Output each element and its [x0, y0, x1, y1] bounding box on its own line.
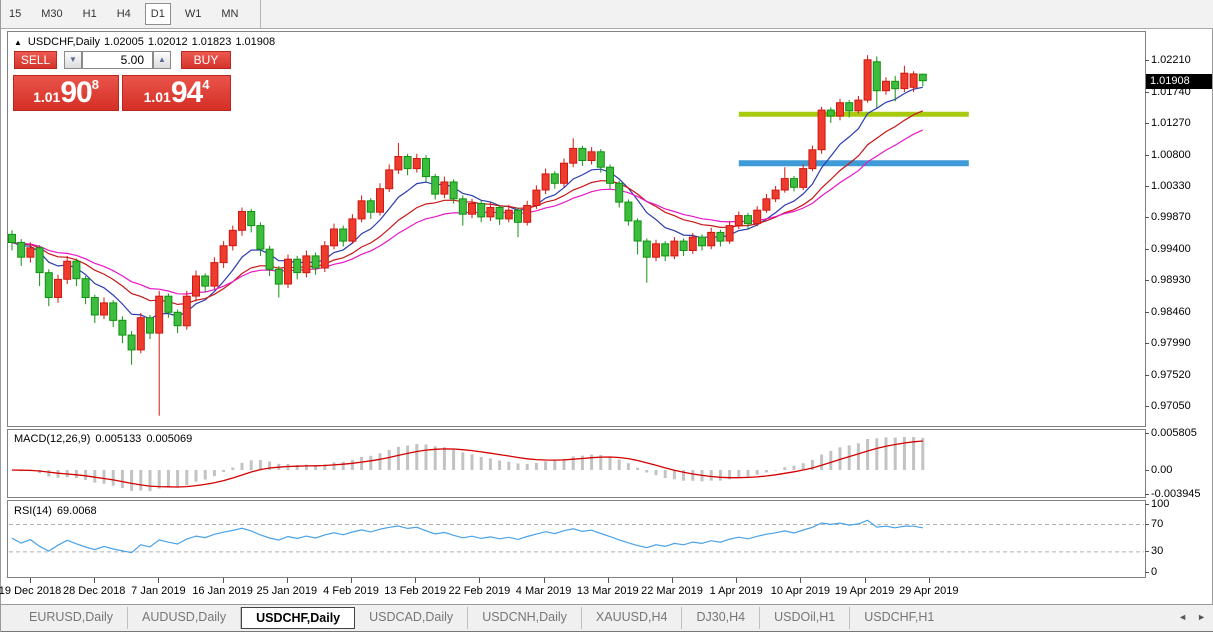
macd-value-main: 0.005133: [95, 433, 142, 445]
ohlc-high: 1.02012: [147, 36, 188, 48]
rsi-axis-label: 0: [1144, 565, 1158, 578]
rsi-label: RSI(14) 69.0068: [14, 505, 97, 517]
date-axis-label: 16 Jan 2019: [192, 585, 253, 597]
rsi-value: 69.0068: [56, 505, 97, 517]
macd-label: MACD(12,26,9) 0.005133 0.005069: [14, 433, 193, 445]
price-axis-label: 1.02210: [1145, 53, 1191, 66]
buy-price-button[interactable]: 1.01 94 4: [122, 75, 231, 111]
chart-tabbar: EURUSD,Daily AUDUSD,Daily USDCHF,Daily USDC…: [1, 604, 1213, 632]
date-axis-label: 25 Jan 2019: [256, 585, 318, 597]
date-axis-tick: [800, 578, 802, 583]
date-axis-tick: [864, 578, 866, 583]
date-axis-tick: [158, 578, 160, 583]
date-axis-label: 22 Mar 2019: [641, 585, 703, 597]
timeframe-group: 15 M30 H1 H4 D1 W1 MN: [1, 0, 262, 29]
rsi-axis-label: 30: [1144, 545, 1164, 558]
chart-tab-usdchf-h1[interactable]: USDCHF,H1: [850, 607, 948, 629]
chart-tab-eurusd-daily[interactable]: EURUSD,Daily: [15, 607, 129, 629]
chart-tab-audusd-daily[interactable]: AUDUSD,Daily: [128, 607, 242, 629]
price-axis-label: 1.01740: [1145, 85, 1191, 98]
buy-price-pip: 4: [202, 77, 210, 92]
date-axis-tick: [286, 578, 288, 583]
price-axis-label: 0.97050: [1145, 400, 1191, 413]
date-axis-label: 19 Dec 2018: [0, 585, 62, 597]
timeframe-button-h4[interactable]: H4: [111, 3, 137, 25]
rsi-axis-label: 70: [1144, 518, 1164, 531]
date-axis-label: 13 Feb 2019: [384, 585, 447, 597]
timeframe-button-w1[interactable]: W1: [179, 3, 208, 25]
price-axis-label: 1.01270: [1145, 117, 1191, 130]
sell-price-pip: 8: [91, 77, 99, 92]
macd-value-signal: 0.005069: [146, 433, 193, 445]
date-axis-label: 10 Apr 2019: [770, 585, 831, 597]
timeframe-button-d1[interactable]: D1: [144, 3, 171, 25]
sell-price-button[interactable]: 1.01 90 8: [13, 75, 119, 111]
buy-price-main: 94: [170, 76, 203, 109]
date-axis-tick: [607, 578, 609, 583]
date-axis-label: 19 Apr 2019: [834, 585, 895, 597]
date-axis-tick: [30, 578, 31, 583]
ohlc-open: 1.02005: [104, 36, 144, 48]
date-axis-tick: [479, 578, 481, 583]
date-axis-tick: [222, 578, 224, 583]
price-axis-label: 0.98460: [1145, 305, 1191, 318]
date-axis-label: 7 Jan 2019: [131, 585, 186, 597]
volume-increase-button[interactable]: ▲: [153, 51, 171, 69]
price-axis-label: 1.00800: [1145, 148, 1191, 161]
date-axis-label: 22 Feb 2019: [448, 585, 511, 597]
date-axis-tick: [351, 578, 352, 583]
ohlc-low: 1.01823: [191, 36, 232, 48]
terminal-window: 15 M30 H1 H4 D1 W1 MN ▲ USDCHF,Daily 1.02005 1…: [0, 0, 1213, 632]
buy-price-base: 1.01: [143, 89, 171, 105]
macd-axis-label: 0.005805: [1145, 427, 1197, 440]
chart-tab-usdcnh-daily[interactable]: USDCNH,Daily: [468, 607, 582, 629]
price-axis-label: 0.99400: [1145, 242, 1191, 255]
rsi-line: [11, 519, 923, 554]
date-axis-label: 28 Dec 2018: [62, 585, 126, 597]
macd-axis-label: 0.00: [1144, 463, 1173, 476]
date-axis-label: 1 Apr 2019: [709, 585, 763, 597]
chart-symbol-label: USDCHF,Daily: [27, 36, 101, 48]
price-axis-label: 0.97990: [1145, 337, 1191, 350]
timeframe-button-15[interactable]: 15: [3, 3, 27, 25]
timeframe-button-mn[interactable]: MN: [215, 3, 244, 25]
timeframe-button-m30[interactable]: M30: [35, 3, 68, 25]
one-click-collapse-icon[interactable]: ▲: [14, 38, 22, 47]
date-axis-label: 13 Mar 2019: [576, 585, 639, 597]
volume-decrease-button[interactable]: ▼: [64, 51, 82, 69]
ma-fast: [11, 86, 923, 320]
price-axis-label: 0.98930: [1145, 274, 1191, 287]
volume-input[interactable]: [82, 51, 153, 69]
chart-tab-usdchf-daily[interactable]: USDCHF,Daily: [241, 607, 356, 629]
timeframe-button-h1[interactable]: H1: [77, 3, 103, 25]
date-axis-label: 4 Mar 2019: [515, 585, 572, 597]
date-axis-tick: [415, 578, 417, 583]
chart-tab-usdoil-h1[interactable]: USDOil,H1: [760, 607, 851, 629]
date-axis-tick: [928, 578, 930, 583]
sell-price-main: 90: [60, 76, 92, 109]
price-axis-label: 0.99870: [1145, 211, 1191, 224]
date-axis-label: 4 Feb 2019: [323, 585, 379, 597]
chart-tab-usdcad-daily[interactable]: USDCAD,Daily: [355, 607, 469, 629]
date-axis-label: 29 Apr 2019: [899, 585, 959, 597]
buy-button[interactable]: BUY: [181, 51, 231, 69]
price-axis-label: 1.00330: [1145, 180, 1191, 193]
date-axis-tick: [543, 578, 545, 583]
rsi-panel[interactable]: [7, 500, 1146, 578]
tab-scroll-right-icon[interactable]: ►: [1197, 612, 1206, 622]
rsi-axis-label: 100: [1144, 497, 1170, 510]
sell-button[interactable]: SELL: [14, 51, 57, 69]
date-axis-tick: [672, 578, 673, 583]
timeframe-toolbar: 15 M30 H1 H4 D1 W1 MN: [1, 0, 1213, 29]
sell-price-base: 1.01: [33, 89, 61, 105]
tab-scroll-left-icon[interactable]: ◄: [1178, 612, 1187, 622]
chart-tab-dj30-h4[interactable]: DJ30,H4: [682, 607, 761, 629]
ma-medium: [11, 110, 924, 306]
chart-ohlc-title: ▲ USDCHF,Daily 1.02005 1.02012 1.01823 1…: [14, 36, 275, 48]
ohlc-close: 1.01908: [235, 36, 276, 48]
chart-tab-xauusd-h4[interactable]: XAUUSD,H4: [582, 607, 683, 629]
price-axis-label: 0.97520: [1145, 368, 1191, 381]
date-axis-tick: [736, 578, 738, 583]
date-axis-tick: [94, 578, 96, 583]
